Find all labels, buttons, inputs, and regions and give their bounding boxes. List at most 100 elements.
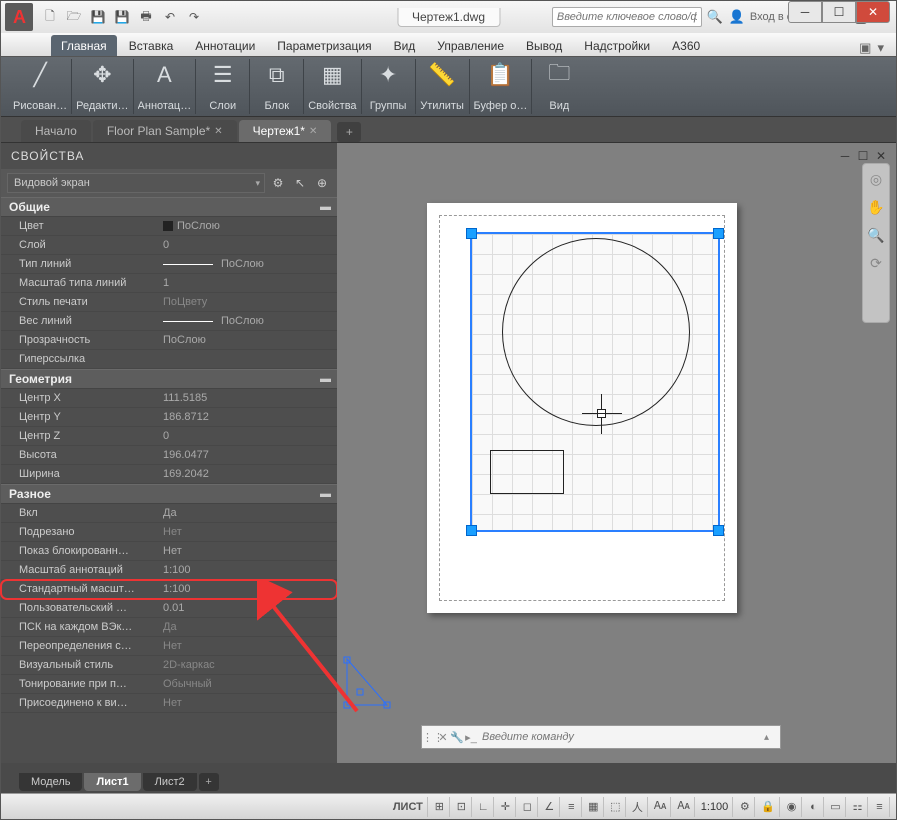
- property-value[interactable]: 196.0477: [159, 449, 337, 461]
- status-mode[interactable]: ЛИСТ: [389, 797, 428, 817]
- ribbon-collapse-icon[interactable]: ▾: [877, 40, 884, 56]
- cmdbar-config-icon[interactable]: 🔧: [450, 731, 464, 744]
- property-value[interactable]: 0: [159, 430, 337, 442]
- status-clean-icon[interactable]: ▭: [826, 797, 846, 817]
- grip-bottom-left[interactable]: [466, 525, 477, 536]
- status-isolate-icon[interactable]: ◐: [804, 797, 824, 817]
- property-row[interactable]: ЦветПоСлою: [1, 217, 337, 236]
- ribbon-tab-home[interactable]: Главная: [51, 35, 117, 56]
- property-row[interactable]: ПрозрачностьПоСлою: [1, 331, 337, 350]
- collapse-icon[interactable]: ▬: [320, 373, 331, 385]
- property-row[interactable]: Стиль печатиПоЦвету: [1, 293, 337, 312]
- property-value[interactable]: Нет: [159, 526, 337, 538]
- category-header[interactable]: Общие▬: [1, 197, 337, 217]
- category-header[interactable]: Разное▬: [1, 484, 337, 504]
- new-icon[interactable]: 🗋: [39, 6, 61, 28]
- category-header[interactable]: Геометрия▬: [1, 369, 337, 389]
- ribbon-panel[interactable]: ▦Свойства: [304, 59, 361, 114]
- property-row[interactable]: Гиперссылка: [1, 350, 337, 369]
- status-cycling-icon[interactable]: ⬚: [606, 797, 626, 817]
- status-annoauto-icon[interactable]: 🗛: [650, 797, 671, 817]
- navbar-orbit-icon[interactable]: ⟳: [867, 254, 885, 272]
- grip-top-left[interactable]: [466, 228, 477, 239]
- property-row[interactable]: Присоединено к ви…Нет: [1, 694, 337, 713]
- ribbon-tab-manage[interactable]: Управление: [427, 35, 514, 56]
- minimize-button[interactable]: ─: [788, 1, 822, 23]
- property-row[interactable]: Масштаб типа линий1: [1, 274, 337, 293]
- status-ortho-icon[interactable]: ∟: [474, 797, 494, 817]
- viewport-maximize-icon[interactable]: ☐: [856, 149, 870, 163]
- property-row[interactable]: Стандартный масшт…1:100: [1, 580, 337, 599]
- ribbon-panel[interactable]: ☰Слои: [196, 59, 250, 114]
- ribbon-panel[interactable]: ⧉Блок: [250, 59, 304, 114]
- file-tab[interactable]: Чертеж1*✕: [239, 120, 332, 142]
- property-value[interactable]: 0: [159, 239, 337, 251]
- grip-bottom-right[interactable]: [713, 525, 724, 536]
- ribbon-tab-view[interactable]: Вид: [384, 35, 426, 56]
- ribbon-panel[interactable]: 🗀Вид: [532, 59, 586, 114]
- property-row[interactable]: Ширина169.2042: [1, 465, 337, 484]
- property-row[interactable]: Показ блокированн…Нет: [1, 542, 337, 561]
- collapse-icon[interactable]: ▬: [320, 488, 331, 500]
- new-tab-button[interactable]: +: [337, 122, 361, 142]
- navbar-wheel-icon[interactable]: ◎: [867, 170, 885, 188]
- property-row[interactable]: Тип линийПоСлою: [1, 255, 337, 274]
- property-value[interactable]: ПоСлою: [159, 220, 337, 232]
- property-value[interactable]: ПоСлою: [159, 315, 337, 327]
- property-value[interactable]: 111.5185: [159, 392, 337, 404]
- status-transparency-icon[interactable]: ▦: [584, 797, 604, 817]
- ribbon-panel[interactable]: ✥Редакти…: [72, 59, 133, 114]
- cmdbar-dropdown-icon[interactable]: ✕: [436, 731, 450, 744]
- cmdbar-expand-icon[interactable]: ▴: [764, 732, 780, 743]
- quickselect-icon[interactable]: ⚙: [269, 174, 287, 192]
- property-value[interactable]: Да: [159, 507, 337, 519]
- add-layout-button[interactable]: +: [199, 773, 219, 791]
- status-grid-icon[interactable]: ⊞: [430, 797, 450, 817]
- undo-icon[interactable]: ↶: [159, 6, 181, 28]
- property-value[interactable]: 1: [159, 277, 337, 289]
- search-icon[interactable]: 🔍: [706, 8, 724, 26]
- ribbon-tab-annotate[interactable]: Аннотации: [185, 35, 265, 56]
- ribbon-tab-addins[interactable]: Надстройки: [574, 35, 660, 56]
- app-icon[interactable]: A: [5, 3, 33, 31]
- maximize-button[interactable]: ☐: [822, 1, 856, 23]
- property-row[interactable]: Тонирование при п…Обычный: [1, 675, 337, 694]
- close-icon[interactable]: ✕: [309, 126, 317, 137]
- property-value[interactable]: ПоЦвету: [159, 296, 337, 308]
- property-row[interactable]: ПодрезаноНет: [1, 523, 337, 542]
- property-value[interactable]: Нет: [159, 545, 337, 557]
- navbar-zoom-icon[interactable]: 🔍: [867, 226, 885, 244]
- property-row[interactable]: Высота196.0477: [1, 446, 337, 465]
- property-value[interactable]: 0.01: [159, 602, 337, 614]
- collapse-icon[interactable]: ▬: [320, 201, 331, 213]
- status-polar-icon[interactable]: ✛: [496, 797, 516, 817]
- property-row[interactable]: Визуальный стиль2D-каркас: [1, 656, 337, 675]
- layout-tab[interactable]: Модель: [19, 773, 82, 791]
- command-input[interactable]: [478, 731, 764, 743]
- layout-tab[interactable]: Лист1: [84, 773, 140, 791]
- ribbon-tab-a360[interactable]: A360: [662, 35, 710, 56]
- search-input[interactable]: [552, 7, 702, 27]
- property-row[interactable]: Вес линийПоСлою: [1, 312, 337, 331]
- user-icon[interactable]: 👤: [728, 8, 746, 26]
- property-row[interactable]: ВклДа: [1, 504, 337, 523]
- ribbon-panel[interactable]: AАннотац…: [134, 59, 197, 114]
- status-otrack-icon[interactable]: ∠: [540, 797, 560, 817]
- file-tab[interactable]: Floor Plan Sample*✕: [93, 120, 237, 142]
- saveas-icon[interactable]: 💾: [111, 6, 133, 28]
- status-annoscale-icon[interactable]: 🗛: [673, 797, 694, 817]
- layout-tab[interactable]: Лист2: [143, 773, 197, 791]
- status-lock-icon[interactable]: 🔒: [757, 797, 780, 817]
- redo-icon[interactable]: ↷: [183, 6, 205, 28]
- status-osnap-icon[interactable]: ◻: [518, 797, 538, 817]
- viewport-minimize-icon[interactable]: ─: [838, 149, 852, 163]
- property-value[interactable]: 1:100: [159, 564, 337, 576]
- property-row[interactable]: Центр Y186.8712: [1, 408, 337, 427]
- ribbon-panel[interactable]: ╱Рисован…: [9, 59, 72, 114]
- navbar-pan-icon[interactable]: ✋: [867, 198, 885, 216]
- viewport-close-icon[interactable]: ✕: [874, 149, 888, 163]
- property-row[interactable]: Пользовательский …0.01: [1, 599, 337, 618]
- select-objects-icon[interactable]: ↖: [291, 174, 309, 192]
- close-icon[interactable]: ✕: [214, 126, 222, 137]
- property-row[interactable]: Слой0: [1, 236, 337, 255]
